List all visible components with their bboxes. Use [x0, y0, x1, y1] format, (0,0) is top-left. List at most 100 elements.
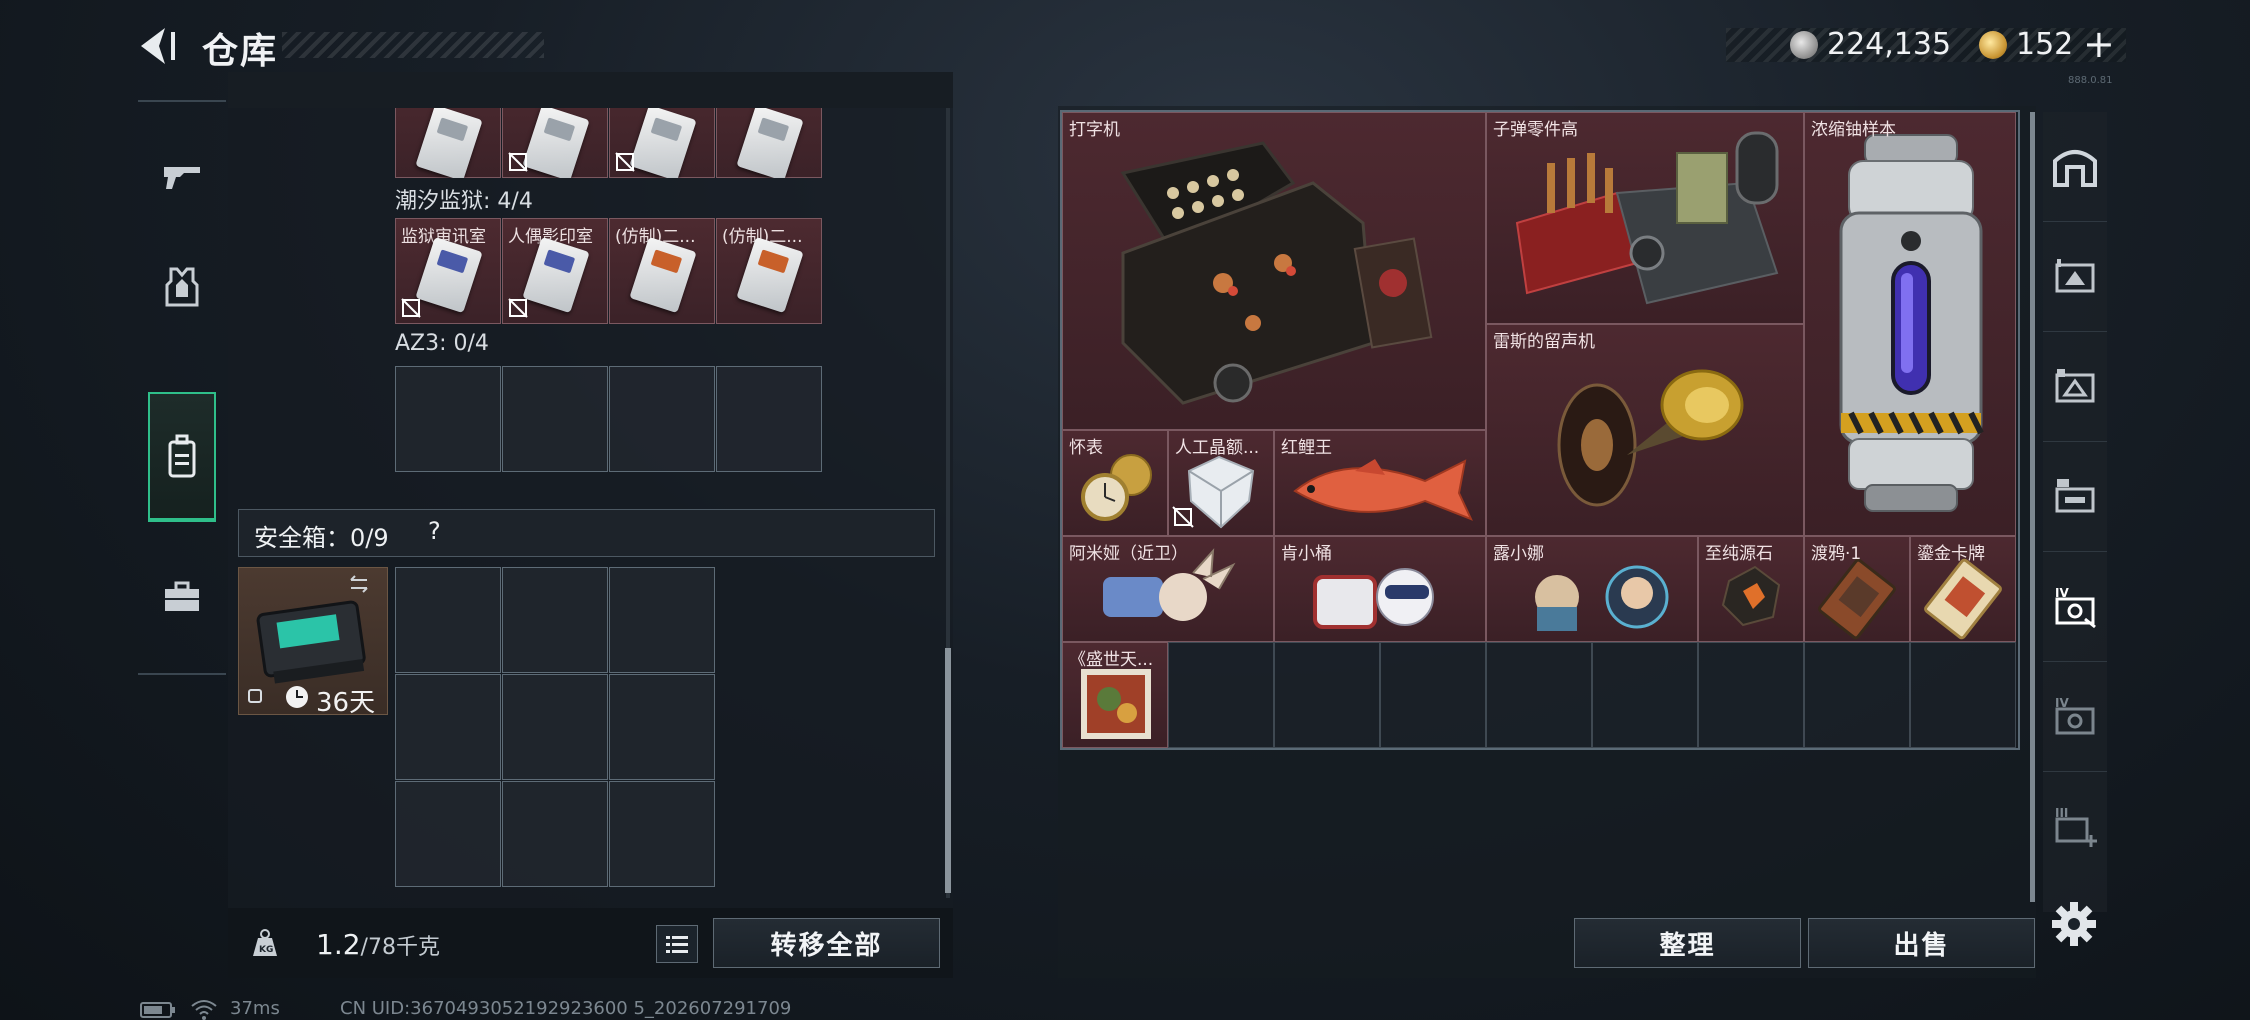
stash-item-gramophone[interactable]: 雷斯的留声机	[1486, 324, 1804, 536]
stash-5-icon: IV	[2055, 696, 2095, 734]
stash-home-icon	[2053, 149, 2097, 187]
user-uid: CN UID:3670493052192923600 5_20260729170…	[340, 998, 792, 1019]
item-name: 至纯源石	[1705, 544, 1773, 564]
item-name: 打字机	[1069, 120, 1120, 140]
add-currency-button[interactable]: +	[2083, 22, 2115, 66]
tab-stash-1[interactable]	[2043, 222, 2107, 332]
no-bind-icon	[508, 298, 528, 318]
sort-button[interactable]: 整理	[1574, 918, 1801, 968]
version-label: 888.0.81	[2068, 75, 2113, 86]
gramophone-icon	[1557, 369, 1744, 507]
safe-slot[interactable]	[502, 674, 608, 780]
backpack-icon	[168, 434, 196, 478]
tab-armor[interactable]	[138, 232, 226, 342]
no-bind-icon	[615, 152, 635, 172]
stash-item-crystal[interactable]: 人工晶额...	[1168, 430, 1274, 536]
item-name: 子弹零件高	[1493, 120, 1578, 140]
bullet-parts-icon	[1515, 131, 1779, 305]
stash-item-amiya[interactable]: 阿米娅（近卫）	[1062, 536, 1274, 642]
stash-3-icon	[2055, 478, 2095, 512]
back-arrow-icon[interactable]	[135, 24, 179, 68]
stash-grid: 打字机 子弹零件高 浓缩铀样本 雷斯的留声机 怀表 人工晶额... 红鲤王 阿米…	[1060, 110, 2020, 750]
gold-coin-icon	[1979, 31, 2007, 59]
stash-item-gilded-card[interactable]: 鎏金卡牌	[1910, 536, 2016, 642]
keycard-slot[interactable]: (仿制)二...	[609, 218, 715, 324]
sell-button[interactable]: 出售	[1808, 918, 2035, 968]
weight-icon: KG	[253, 929, 277, 956]
stash-item-book[interactable]: 《盛世天...	[1062, 642, 1168, 748]
stash-item-typewriter[interactable]: 打字机	[1062, 112, 1486, 430]
keycard-slot[interactable]: 人偶影印室	[502, 218, 608, 324]
stash-cell[interactable]	[1486, 642, 1592, 748]
safe-slot[interactable]	[609, 674, 715, 780]
panel-top-mask	[228, 72, 953, 108]
section-label-az3: AZ3: 0/4	[395, 331, 489, 356]
stash-item-red-carp[interactable]: 红鲤王	[1274, 430, 1486, 536]
tab-backpack[interactable]	[148, 392, 216, 522]
stash-item-pocket-watch[interactable]: 怀表	[1062, 430, 1168, 536]
stash-item-raven[interactable]: 渡鸦·1	[1804, 536, 1910, 642]
empty-slot[interactable]	[502, 366, 608, 472]
tab-stash-add[interactable]: III	[2043, 772, 2107, 882]
safe-slot[interactable]	[502, 567, 608, 673]
backpack-scroll-thumb[interactable]	[945, 648, 951, 893]
stash-item-uranium-sample[interactable]: 浓缩铀样本	[1804, 112, 2016, 536]
gold-currency-value: 152	[2016, 27, 2074, 62]
typewriter-icon	[1120, 141, 1433, 405]
tab-stash-home[interactable]	[2043, 112, 2107, 222]
stash-1-icon	[2055, 258, 2095, 292]
safe-slot[interactable]	[609, 567, 715, 673]
stash-item-bullet-parts[interactable]: 子弹零件高	[1486, 112, 1804, 324]
empty-slot[interactable]	[395, 366, 501, 472]
tab-weapon[interactable]	[138, 122, 226, 232]
stash-cell[interactable]	[1168, 642, 1274, 748]
item-name: 《盛世天...	[1069, 650, 1154, 670]
item-name: 雷斯的留声机	[1493, 332, 1595, 352]
stash-item-ken-figure[interactable]: 肯小桶	[1274, 536, 1486, 642]
tab-stash-4[interactable]: IV	[2043, 552, 2107, 662]
briefcase-icon	[165, 581, 199, 611]
stash-cell[interactable]	[1804, 642, 1910, 748]
no-bind-icon	[401, 298, 421, 318]
list-icon	[666, 936, 688, 953]
section-label-tidal-prison: 潮汐监狱: 4/4	[395, 189, 533, 214]
stash-item-originium[interactable]: 至纯源石	[1698, 536, 1804, 642]
svg-text:KG: KG	[259, 945, 273, 955]
empty-slot[interactable]	[716, 366, 822, 472]
safe-slot[interactable]	[609, 781, 715, 887]
weight-current: 1.2	[316, 928, 361, 961]
keycard-slot[interactable]: (仿制)二...	[716, 218, 822, 324]
tab-stash-3[interactable]	[2043, 442, 2107, 552]
weight-readout: 1.2/78千克	[316, 928, 440, 961]
item-name: 浓缩铀样本	[1811, 120, 1896, 140]
battery-icon	[140, 1002, 175, 1018]
transfer-all-button[interactable]: 转移全部	[713, 918, 940, 968]
stash-cell[interactable]	[1592, 642, 1698, 748]
safe-box-duration: 36天	[316, 688, 376, 718]
silver-coin-icon	[1790, 31, 1818, 59]
safe-slot[interactable]	[502, 781, 608, 887]
tab-equipment-case[interactable]	[138, 542, 226, 652]
stash-scrollbar[interactable]	[2030, 112, 2035, 902]
stash-cell[interactable]	[1274, 642, 1380, 748]
gun-icon	[164, 167, 200, 189]
safe-slot[interactable]	[395, 567, 501, 673]
settings-gear-icon[interactable]	[2050, 900, 2098, 948]
stash-2-icon	[2055, 368, 2095, 402]
safe-box-help-button[interactable]: ?	[428, 517, 441, 545]
empty-slot[interactable]	[609, 366, 715, 472]
stash-add-icon: III	[2055, 806, 2097, 847]
list-view-button[interactable]	[656, 925, 698, 963]
safe-slot[interactable]	[395, 781, 501, 887]
no-bind-icon	[508, 152, 528, 172]
tab-stash-5[interactable]: IV	[2043, 662, 2107, 772]
stash-cell[interactable]	[1380, 642, 1486, 748]
keycard-slot[interactable]: 监狱审讯室	[395, 218, 501, 324]
uranium-canister-icon	[1839, 134, 1984, 512]
stash-cell[interactable]	[1910, 642, 2016, 748]
left-tab-bar	[138, 100, 226, 675]
stash-cell[interactable]	[1698, 642, 1804, 748]
stash-item-luna-figure[interactable]: 露小娜	[1486, 536, 1698, 642]
tab-stash-2[interactable]	[2043, 332, 2107, 442]
safe-slot[interactable]	[395, 674, 501, 780]
